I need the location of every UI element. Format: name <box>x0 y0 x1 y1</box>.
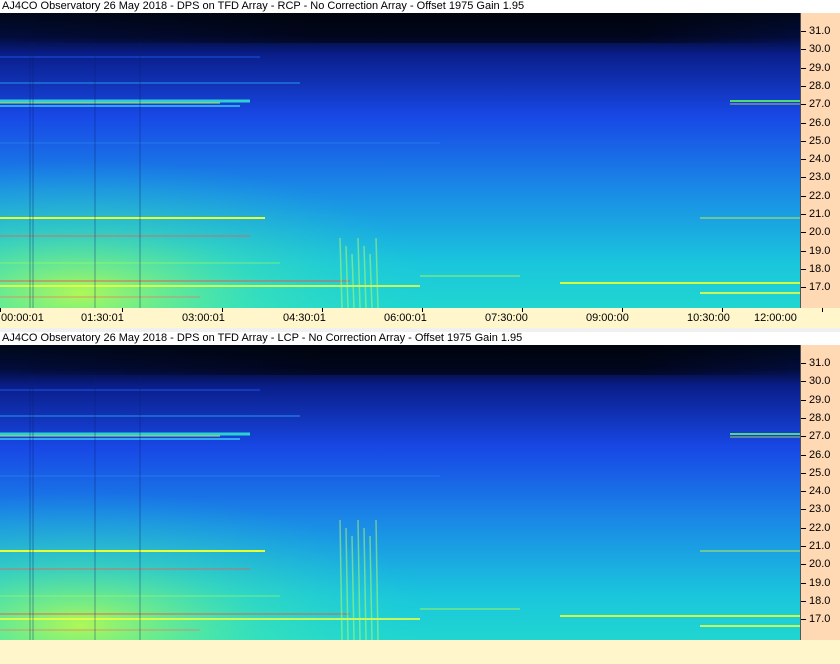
freq-tick <box>801 454 806 456</box>
freq-tick-label: 19.0 <box>809 244 831 257</box>
freq-tick <box>801 214 806 215</box>
freq-tick <box>801 582 806 584</box>
freq-tick <box>801 232 806 234</box>
freq-tick-label: 25.0 <box>809 134 831 147</box>
lcp-frequency-axis: 31.0 30.0 29.0 28.0 27.0 26.0 25.0 24.0 23.0 22.0… <box>800 345 840 640</box>
freq-tick-label: 27.0 <box>809 430 831 443</box>
time-tick-label: 06:00:01 <box>384 312 427 324</box>
freq-tick <box>801 159 806 161</box>
freq-tick <box>801 268 806 270</box>
freq-tick-label: 17.0 <box>809 613 831 626</box>
freq-tick-label: 19.0 <box>809 576 831 589</box>
freq-tick-label: 25.0 <box>809 466 831 479</box>
freq-tick <box>801 31 806 32</box>
freq-tick <box>801 85 806 87</box>
freq-tick <box>801 287 806 289</box>
freq-tick-label: 27.0 <box>809 98 831 111</box>
freq-tick-label: 31.0 <box>809 25 831 37</box>
freq-tick-label: 23.0 <box>809 171 831 184</box>
freq-tick-label: 20.0 <box>809 558 831 571</box>
freq-tick <box>801 177 806 179</box>
lcp-time-bar <box>0 640 840 664</box>
freq-tick <box>801 527 806 529</box>
panel-2-title: AJ4CO Observatory 26 May 2018 - DPS on T… <box>0 332 840 345</box>
freq-tick <box>801 67 806 69</box>
freq-tick-label: 29.0 <box>809 393 831 406</box>
freq-tick-label: 20.0 <box>809 226 831 239</box>
freq-tick-label: 23.0 <box>809 503 831 516</box>
time-tick-label: 03:00:01 <box>182 312 225 324</box>
freq-tick-label: 24.0 <box>809 153 831 166</box>
time-tick-label: 12:00:00 <box>754 312 797 324</box>
freq-tick <box>801 600 806 602</box>
time-tick-label: 10:30:00 <box>687 312 730 324</box>
spectrogram-image <box>0 13 800 308</box>
freq-tick <box>801 399 806 401</box>
freq-tick-label: 21.0 <box>809 208 831 220</box>
panel-1-title: AJ4CO Observatory 26 May 2018 - DPS on T… <box>0 0 840 13</box>
freq-tick-label: 30.0 <box>809 43 831 56</box>
freq-tick <box>801 417 806 419</box>
lcp-spectrogram[interactable] <box>0 345 800 640</box>
freq-tick-label: 31.0 <box>809 357 831 369</box>
time-tick <box>822 308 823 312</box>
freq-tick <box>801 195 806 197</box>
freq-tick-label: 26.0 <box>809 448 831 461</box>
freq-tick-label: 18.0 <box>809 594 831 607</box>
rcp-frequency-axis: 31.0 30.0 29.0 28.0 27.0 26.0 25.0 24.0 23.0 22.0… <box>800 13 840 308</box>
time-tick-label: 07:30:00 <box>485 312 528 324</box>
freq-tick <box>801 491 806 493</box>
freq-tick <box>801 140 806 142</box>
freq-tick <box>801 619 806 621</box>
time-tick-label: 04:30:01 <box>283 312 326 324</box>
freq-tick-label: 22.0 <box>809 189 831 202</box>
freq-tick <box>801 363 806 364</box>
freq-tick-label: 22.0 <box>809 521 831 534</box>
freq-tick <box>801 122 806 124</box>
freq-tick-label: 21.0 <box>809 540 831 552</box>
freq-tick <box>801 546 806 547</box>
time-tick-label: 09:00:00 <box>586 312 629 324</box>
freq-tick <box>801 49 806 51</box>
freq-tick-label: 29.0 <box>809 61 831 74</box>
freq-tick <box>801 436 806 438</box>
time-axis: 00:00:01 01:30:01 03:00:01 04:30:01 06:00:01… <box>0 308 840 328</box>
freq-tick <box>801 250 806 252</box>
freq-tick-label: 17.0 <box>809 281 831 294</box>
freq-tick <box>801 381 806 383</box>
freq-tick-label: 28.0 <box>809 79 831 92</box>
freq-tick-label: 28.0 <box>809 411 831 424</box>
freq-tick-label: 24.0 <box>809 485 831 498</box>
time-tick-label: 01:30:01 <box>81 312 124 324</box>
freq-tick <box>801 509 806 511</box>
freq-tick <box>801 472 806 474</box>
freq-tick-label: 18.0 <box>809 262 831 275</box>
time-tick-label: 00:00:01 <box>1 312 44 324</box>
freq-tick <box>801 564 806 566</box>
spectrogram-image <box>0 345 800 640</box>
freq-tick-label: 30.0 <box>809 375 831 388</box>
rcp-spectrogram[interactable] <box>0 13 800 308</box>
freq-tick <box>801 104 806 106</box>
freq-tick-label: 26.0 <box>809 116 831 129</box>
